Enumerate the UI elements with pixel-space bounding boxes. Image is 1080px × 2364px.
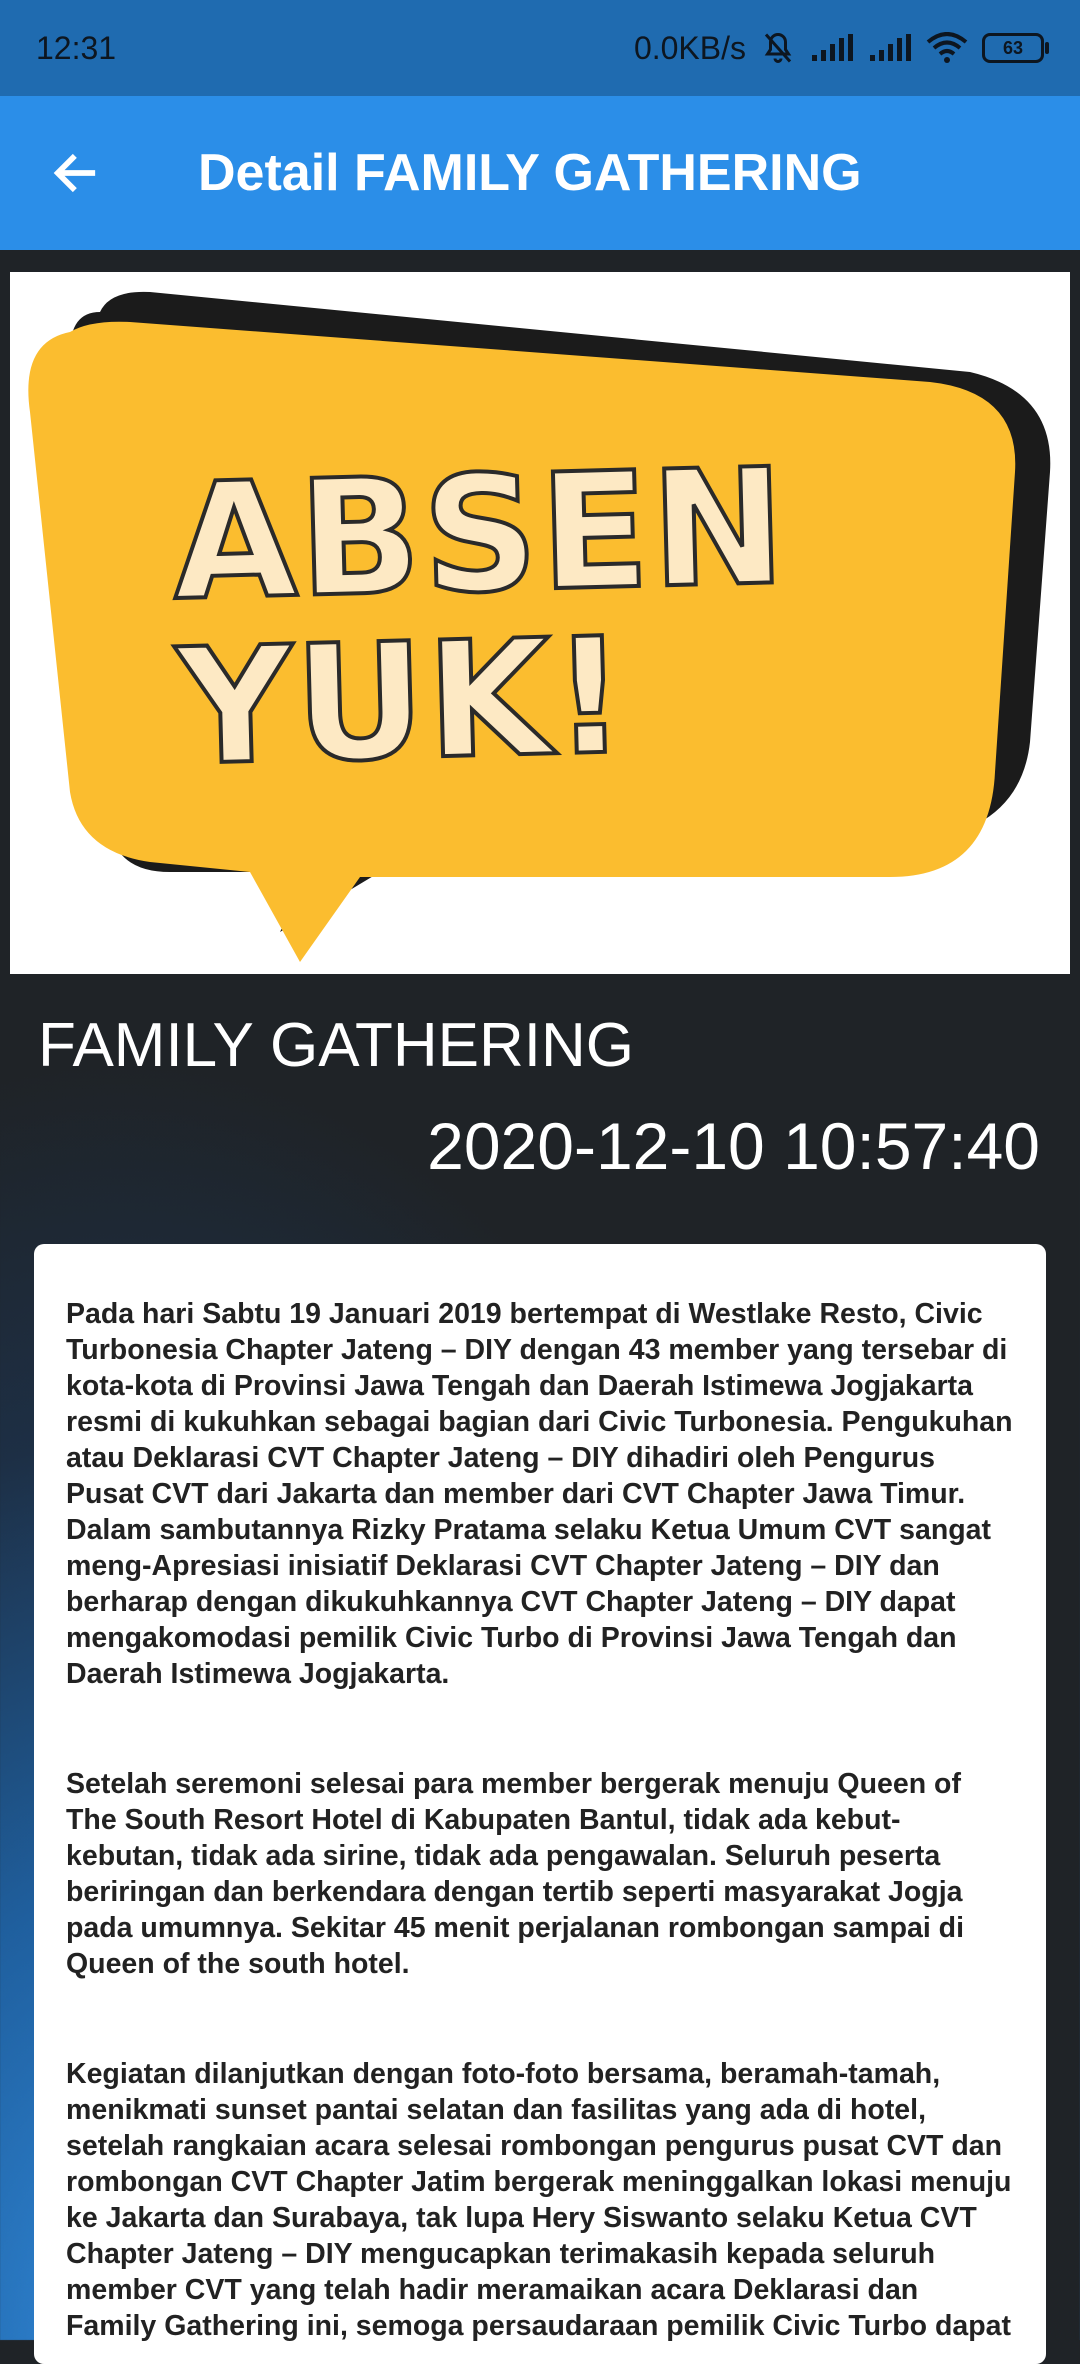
banner-line-2: YUK!: [173, 600, 632, 803]
status-bar: 12:31 0.0KB/s 63: [0, 0, 1080, 96]
arrow-left-icon: [53, 153, 96, 193]
banner-line-1: ABSEN: [168, 431, 791, 638]
signal-icon: [812, 34, 853, 61]
event-description-card: Pada hari Sabtu 19 Januari 2019 bertempa…: [34, 1244, 1046, 2364]
page-title: Detail FAMILY GATHERING: [198, 144, 862, 202]
description-paragraph: Pada hari Sabtu 19 Januari 2019 bertempa…: [66, 1298, 1013, 1690]
signal-icon: [870, 34, 911, 61]
description-paragraph: Setelah seremoni selesai para member ber…: [66, 1768, 965, 1980]
event-banner-image: ABSEN YUK!: [10, 272, 1070, 974]
network-speed: 0.0KB/s: [633, 29, 746, 66]
bell-off-icon: [764, 32, 792, 63]
back-button[interactable]: [0, 96, 150, 250]
wifi-icon: [926, 32, 968, 63]
app-bar: Detail FAMILY GATHERING: [0, 96, 1080, 250]
status-time: 12:31: [36, 29, 117, 66]
banner-text: ABSEN YUK!: [168, 431, 794, 803]
description-paragraph: Kegiatan dilanjutkan dengan foto-foto be…: [66, 2058, 1012, 2342]
status-icons: 0.0KB/s 63: [633, 29, 1049, 67]
event-title: FAMILY GATHERING: [38, 1011, 634, 1080]
battery-icon: 63: [982, 33, 1049, 63]
event-datetime: 2020-12-10 10:57:40: [427, 1109, 1040, 1183]
battery-level: 63: [1002, 37, 1024, 58]
